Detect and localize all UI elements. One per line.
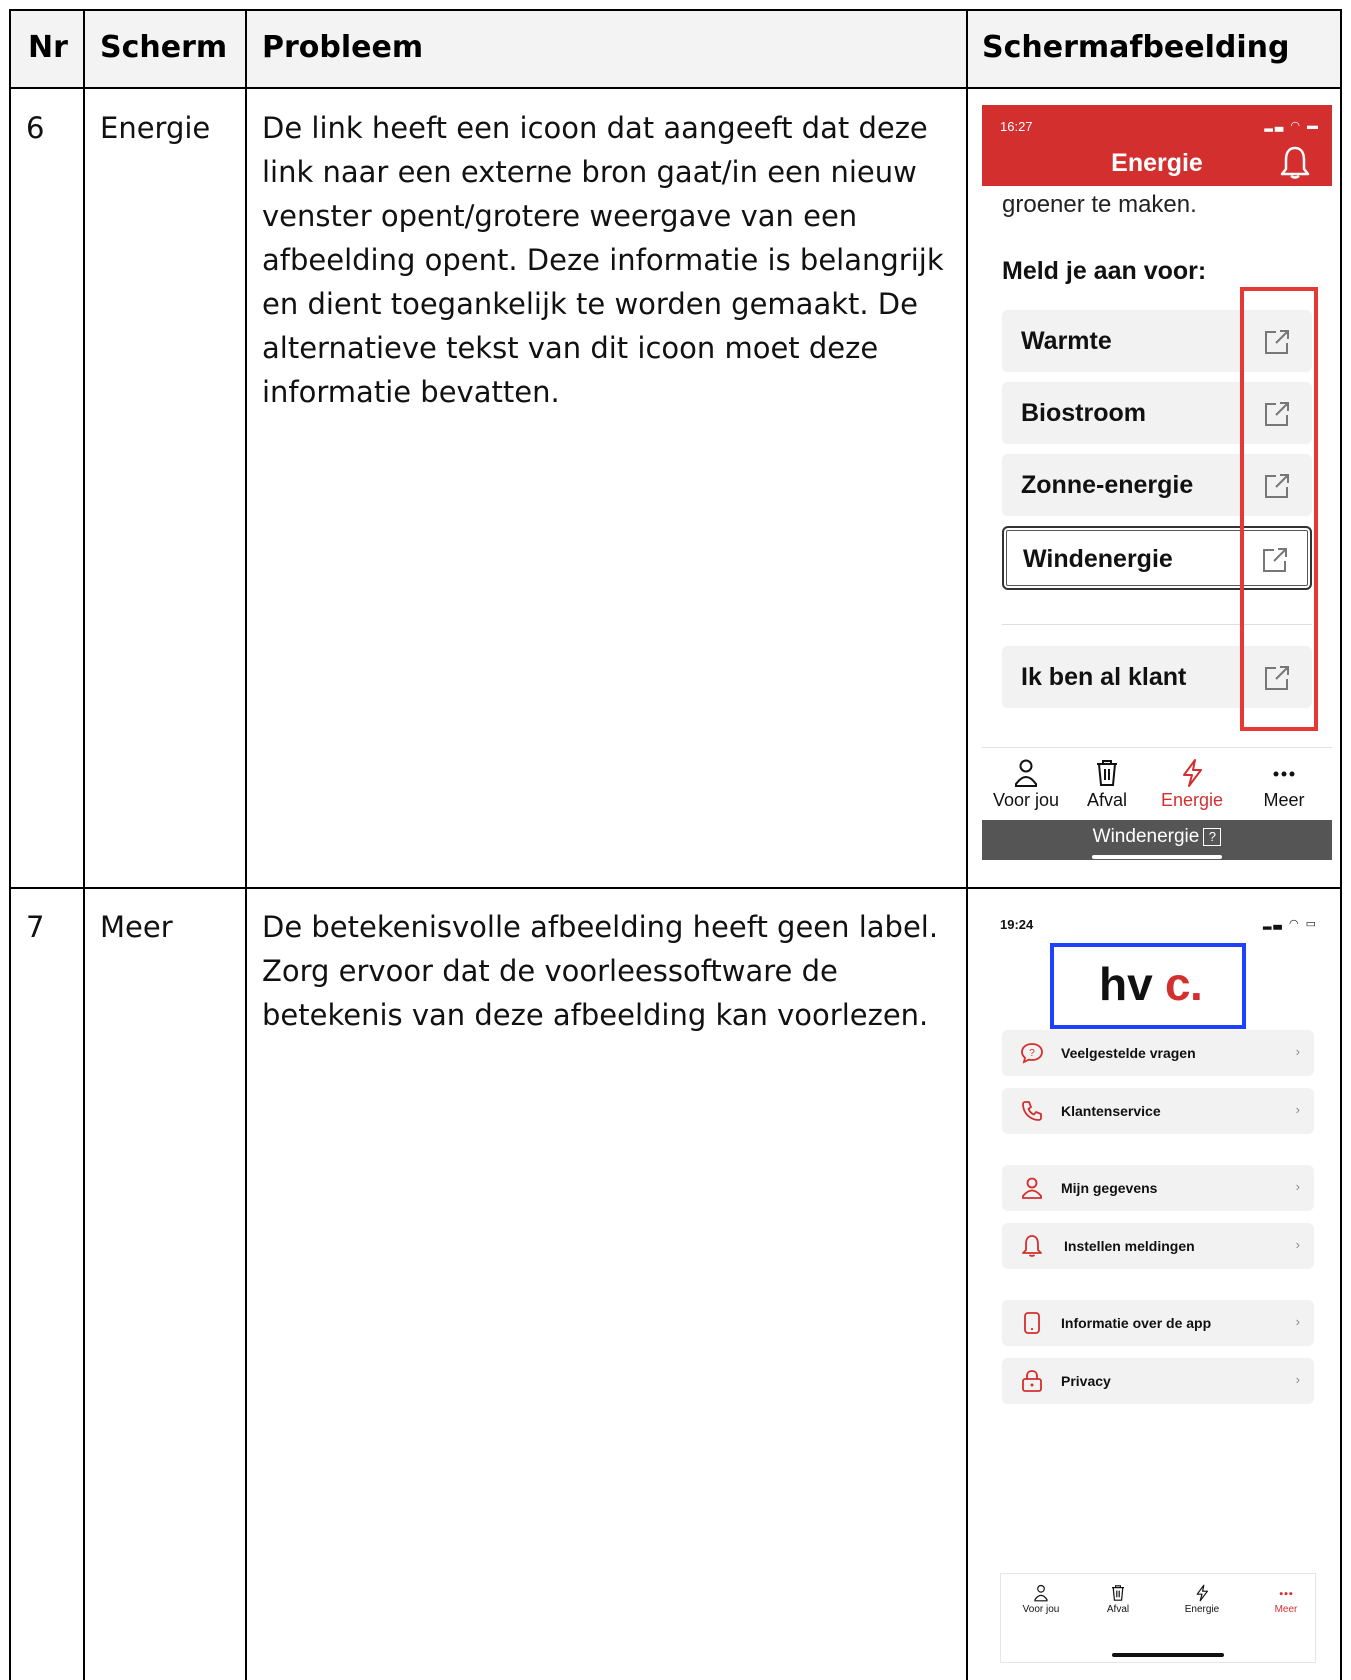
more-dots-icon <box>1273 771 1295 777</box>
section-heading: Meld je aan voor: <box>1002 257 1207 285</box>
link-label: Warmte <box>1021 327 1112 355</box>
chevron-right-icon: › <box>1295 1102 1300 1117</box>
row-probleem: De link heeft een icoon dat aangeeft dat… <box>262 111 944 409</box>
status-time: 19:24 <box>1000 917 1034 932</box>
chevron-right-icon: › <box>1295 1179 1300 1194</box>
tab-label: Voor jou <box>1022 1604 1060 1615</box>
tab-voor-jou[interactable]: Voor jou <box>1001 1584 1081 1615</box>
table-header-divider <box>9 87 1342 89</box>
header-scherm: Scherm <box>100 30 228 65</box>
link-label: Ik ben al klant <box>1021 663 1187 691</box>
person-icon <box>1022 1177 1042 1199</box>
tab-energie[interactable]: Energie <box>1152 758 1232 811</box>
bell-icon <box>1022 1235 1042 1257</box>
home-indicator <box>1092 855 1222 859</box>
chevron-right-icon: › <box>1295 1237 1300 1252</box>
table-border-top <box>9 9 1342 11</box>
person-icon <box>1034 1584 1048 1602</box>
column-divider <box>83 9 85 1680</box>
header-probleem: Probleem <box>262 30 424 65</box>
menu-label: Informatie over de app <box>1061 1315 1212 1331</box>
energie-screenshot: 16:27 ▂▃ ◠ ▬ Energie groener te maken. M… <box>982 105 1332 860</box>
lightning-icon <box>1183 759 1202 787</box>
tab-meer[interactable]: Meer <box>1251 1584 1321 1615</box>
menu-mijn-gegevens[interactable]: Mijn gegevens › <box>1002 1165 1314 1211</box>
chevron-right-icon: › <box>1295 1372 1300 1387</box>
question-bubble-icon: ? <box>1021 1043 1043 1064</box>
tab-label: Energie <box>1184 1604 1220 1615</box>
mobile-icon <box>1024 1312 1040 1334</box>
table-row-divider <box>9 887 1342 889</box>
tab-label: Energie <box>1160 790 1224 810</box>
tab-afval[interactable]: Afval <box>1083 1584 1153 1615</box>
chevron-right-icon: › <box>1295 1314 1300 1329</box>
home-indicator <box>1112 1653 1224 1657</box>
menu-privacy[interactable]: Privacy › <box>1002 1358 1314 1404</box>
trash-icon <box>1112 1585 1124 1601</box>
row-probleem: De betekenisvolle afbeelding heeft geen … <box>262 910 939 1032</box>
tab-energie[interactable]: Energie <box>1165 1584 1239 1615</box>
more-dots-icon <box>1279 1592 1293 1596</box>
svg-text:?: ? <box>1029 1048 1035 1059</box>
tab-label: Afval <box>1086 790 1128 810</box>
findings-table: Nr Scherm Probleem Schermafbeelding 6 En… <box>0 0 1351 1680</box>
menu-veelgestelde-vragen[interactable]: ? Veelgestelde vragen › <box>1002 1030 1314 1076</box>
help-badge: ? <box>1203 827 1222 846</box>
menu-label: Klantenservice <box>1061 1103 1161 1119</box>
menu-label: Mijn gegevens <box>1061 1180 1158 1196</box>
menu-label: Veelgestelde vragen <box>1061 1045 1196 1061</box>
menu-klantenservice[interactable]: Klantenservice › <box>1002 1088 1314 1134</box>
tab-label: Meer <box>1274 1604 1298 1615</box>
row-nr: 7 <box>26 910 45 944</box>
tab-bar: Voor jou Afval Energie Meer <box>982 747 1332 821</box>
tab-bar: Voor jou Afval Energie Meer <box>1000 1573 1316 1663</box>
column-divider <box>245 9 247 1680</box>
person-icon <box>1015 759 1037 787</box>
tab-afval[interactable]: Afval <box>1074 758 1140 811</box>
highlight-box-blue <box>1050 943 1246 1029</box>
tab-label: Afval <box>1106 1604 1130 1615</box>
meer-screenshot: 19:24 ▂▃ ◠ ▭ hv c . ? Veelgestelde vrage… <box>982 905 1332 1680</box>
caption-text: Windenergie <box>1092 826 1200 847</box>
link-label: Zonne-energie <box>1021 471 1194 499</box>
menu-instellen-meldingen[interactable]: Instellen meldingen › <box>1002 1223 1314 1269</box>
link-label: Windenergie <box>1023 545 1173 573</box>
intro-text: groener te maken. <box>1002 191 1197 218</box>
status-time: 16:27 <box>1000 119 1033 134</box>
menu-informatie-over-de-app[interactable]: Informatie over de app › <box>1002 1300 1314 1346</box>
status-icons: ▂▃ ◠ ▭ <box>1262 918 1318 930</box>
menu-label: Privacy <box>1061 1373 1111 1389</box>
status-icons: ▂▃ ◠ ▬ <box>1264 120 1320 132</box>
row-nr: 6 <box>26 111 45 145</box>
app-header: 16:27 ▂▃ ◠ ▬ Energie <box>982 105 1332 186</box>
tab-voor-jou[interactable]: Voor jou <box>986 758 1066 811</box>
voiceover-caption: Windenergie? <box>982 820 1332 860</box>
header-schermafbeelding: Schermafbeelding <box>982 30 1290 65</box>
link-label: Biostroom <box>1021 399 1146 427</box>
table-border-right <box>1340 9 1342 1680</box>
row-scherm: Meer <box>100 910 173 944</box>
trash-icon <box>1097 760 1117 786</box>
header-nr: Nr <box>28 30 68 65</box>
tab-meer[interactable]: Meer <box>1244 758 1324 811</box>
chevron-right-icon: › <box>1295 1044 1300 1059</box>
lightning-icon <box>1196 1584 1208 1602</box>
table-border-left <box>9 9 11 1680</box>
lock-icon <box>1022 1370 1042 1392</box>
column-divider <box>966 9 968 1680</box>
menu-label: Instellen meldingen <box>1064 1238 1195 1254</box>
phone-icon <box>1022 1101 1042 1121</box>
tab-label: Voor jou <box>992 790 1060 810</box>
highlight-box-red <box>1240 287 1318 731</box>
tab-label: Meer <box>1263 790 1305 810</box>
row-scherm: Energie <box>100 111 211 145</box>
bell-icon[interactable] <box>1280 145 1310 179</box>
